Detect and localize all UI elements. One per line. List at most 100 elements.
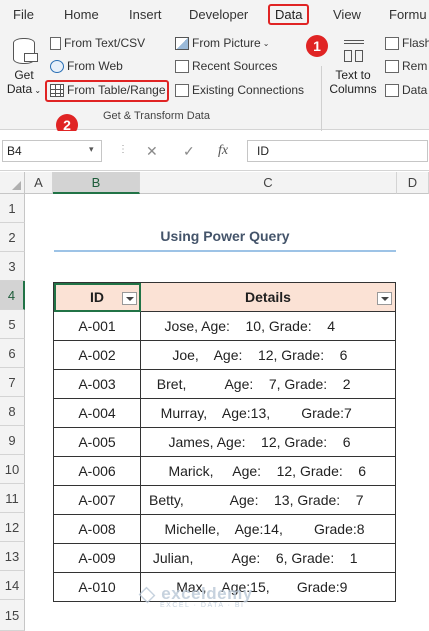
get-data-label-2: Data xyxy=(6,82,33,96)
row-header[interactable]: 14 xyxy=(0,571,25,600)
from-picture-label: From Picture xyxy=(192,36,261,50)
formula-bar: B4 ▾ ⋮ ✕ ✓ fx ID xyxy=(0,131,429,171)
row-header[interactable]: 13 xyxy=(0,542,25,571)
cell-details[interactable]: James, Age: 12, Grade: 6 xyxy=(140,427,396,457)
tab-home[interactable]: Home xyxy=(64,7,99,22)
filter-dropdown-icon[interactable] xyxy=(377,292,392,305)
from-web-label: From Web xyxy=(67,59,123,73)
row-header[interactable]: 10 xyxy=(0,455,25,484)
database-icon xyxy=(13,38,38,64)
filter-dropdown-icon[interactable] xyxy=(122,292,137,305)
row-header[interactable]: 11 xyxy=(0,484,25,513)
chevron-down-icon: ⌄ xyxy=(262,38,270,48)
existing-connections-button[interactable]: Existing Connections xyxy=(175,83,304,97)
from-text-csv-button[interactable]: From Text/CSV xyxy=(50,36,145,50)
text-to-columns-button[interactable]: Text to Columns xyxy=(327,38,379,96)
watermark-name: exceldemy xyxy=(161,584,253,603)
row-header[interactable]: 5 xyxy=(0,310,25,339)
sheet-title: Using Power Query xyxy=(160,228,290,244)
column-header-c[interactable]: C xyxy=(140,172,397,194)
text-file-icon xyxy=(50,36,61,50)
row-header[interactable]: 2 xyxy=(0,223,25,252)
cell-id[interactable]: A-001 xyxy=(53,311,141,341)
data-validation-button[interactable]: Data xyxy=(385,83,427,97)
cell-id[interactable]: A-007 xyxy=(53,485,141,515)
remove-duplicates-icon xyxy=(385,59,399,73)
from-picture-button[interactable]: From Picture ⌄ xyxy=(175,36,269,50)
row-header[interactable]: 8 xyxy=(0,397,25,426)
recent-sources-button[interactable]: Recent Sources xyxy=(175,59,277,73)
cell-id[interactable]: A-010 xyxy=(53,572,141,602)
cell-details[interactable]: Betty, Age: 13, Grade: 7 xyxy=(140,485,396,515)
ribbon: Get Data ⌄ From Text/CSV From Web From T… xyxy=(0,30,429,146)
formula-input[interactable]: ID xyxy=(247,140,428,162)
header-cell-details[interactable]: Details xyxy=(140,282,396,312)
cell-id[interactable]: A-006 xyxy=(53,456,141,486)
tab-file[interactable]: File xyxy=(13,7,34,22)
header-cell-id[interactable]: ID xyxy=(53,282,141,312)
from-text-csv-label: From Text/CSV xyxy=(64,36,146,50)
flash-fill-button[interactable]: Flash xyxy=(385,36,429,50)
cell-details[interactable]: Marick, Age: 12, Grade: 6 xyxy=(140,456,396,486)
cell-details[interactable]: Michelle, Age:14, Grade:8 xyxy=(140,514,396,544)
row-header[interactable]: 4 xyxy=(0,281,25,310)
get-data-label: Get xyxy=(14,68,34,82)
title-underline xyxy=(54,250,396,252)
tab-developer[interactable]: Developer xyxy=(189,7,248,22)
select-all-corner[interactable] xyxy=(0,172,25,194)
table-row: A-009 Julian, Age: 6, Grade: 1 xyxy=(53,543,396,573)
cell-id[interactable]: A-009 xyxy=(53,543,141,573)
row-header[interactable]: 1 xyxy=(0,194,25,223)
globe-icon xyxy=(50,59,64,73)
picture-icon xyxy=(175,36,189,50)
cancel-icon[interactable]: ✕ xyxy=(146,143,158,160)
table-header-row: ID Details xyxy=(53,282,396,312)
cell-details[interactable]: Joe, Age: 12, Grade: 6 xyxy=(140,340,396,370)
cell-id[interactable]: A-003 xyxy=(53,369,141,399)
cell-details[interactable]: Bret, Age: 7, Grade: 2 xyxy=(140,369,396,399)
text-to-columns-label: Text to xyxy=(335,68,371,82)
more-options-icon[interactable]: ⋮ xyxy=(118,144,128,155)
cell-details[interactable]: Julian, Age: 6, Grade: 1 xyxy=(140,543,396,573)
column-header-b[interactable]: B xyxy=(53,172,140,194)
table-row: A-005 James, Age: 12, Grade: 6 xyxy=(53,427,396,457)
name-box[interactable]: B4 xyxy=(2,140,102,162)
from-web-button[interactable]: From Web xyxy=(50,59,123,73)
row-header[interactable]: 9 xyxy=(0,426,25,455)
text-to-columns-icon xyxy=(340,38,366,64)
tab-view[interactable]: View xyxy=(333,7,361,22)
highlight-from-table-range xyxy=(45,80,169,102)
data-validation-icon xyxy=(385,83,399,97)
recent-sources-icon xyxy=(175,59,189,73)
cell-id[interactable]: A-002 xyxy=(53,340,141,370)
cell-details[interactable]: Murray, Age:13, Grade:7 xyxy=(140,398,396,428)
tab-data[interactable]: Data xyxy=(268,4,310,25)
tab-insert[interactable]: Insert xyxy=(129,7,162,22)
get-data-button[interactable]: Get Data ⌄ xyxy=(4,38,44,104)
data-validation-label: Data xyxy=(402,83,428,97)
column-header-d[interactable]: D xyxy=(397,172,429,194)
row-header[interactable]: 15 xyxy=(0,600,25,631)
table-row: A-008 Michelle, Age:14, Grade:8 xyxy=(53,514,396,544)
connections-icon xyxy=(175,83,189,97)
row-header[interactable]: 12 xyxy=(0,513,25,542)
cell-id[interactable]: A-005 xyxy=(53,427,141,457)
column-header-a[interactable]: A xyxy=(25,172,53,194)
cell-id[interactable]: A-008 xyxy=(53,514,141,544)
row-header[interactable]: 6 xyxy=(0,339,25,368)
table-row: A-002 Joe, Age: 12, Grade: 6 xyxy=(53,340,396,370)
existing-connections-label: Existing Connections xyxy=(192,83,305,97)
worksheet-grid: A B C D 1 2 3 4 5 6 7 8 9 10 11 12 13 14… xyxy=(0,172,429,631)
cell-id[interactable]: A-004 xyxy=(53,398,141,428)
remove-duplicates-button[interactable]: Rem xyxy=(385,59,427,73)
step-badge-1: 1 xyxy=(306,35,328,57)
header-id-label: ID xyxy=(90,289,104,305)
tab-formulas[interactable]: Formu xyxy=(389,7,427,22)
table-row: A-003 Bret, Age: 7, Grade: 2 xyxy=(53,369,396,399)
enter-icon[interactable]: ✓ xyxy=(183,143,195,160)
cell-details[interactable]: Jose, Age: 10, Grade: 4 xyxy=(140,311,396,341)
row-header[interactable]: 3 xyxy=(0,252,25,281)
exceldemy-watermark: exceldemy EXCEL · DATA · BI xyxy=(138,584,253,609)
insert-function-icon[interactable]: fx xyxy=(218,143,228,159)
row-header[interactable]: 7 xyxy=(0,368,25,397)
